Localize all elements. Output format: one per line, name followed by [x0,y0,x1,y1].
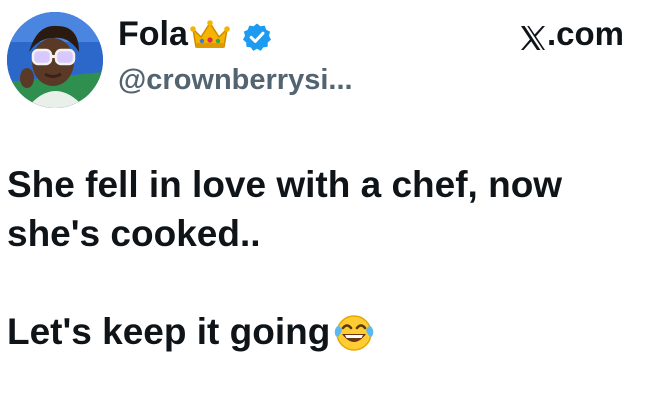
tweet-text: She fell in love with a chef, now she's … [7,160,637,356]
tweet-line-1: She fell in love with a chef, now [7,164,563,205]
display-name-row[interactable]: Fola [118,12,272,56]
avatar-photo [7,12,103,108]
tweet-line-3-row: Let's keep it going [7,307,637,356]
tweet-line-2: she's cooked.. [7,213,261,254]
verified-badge-icon[interactable] [242,19,272,51]
tweet-line-3: Let's keep it going [7,311,331,352]
avatar[interactable] [7,12,103,108]
tears-of-joy-emoji [332,312,376,352]
site-domain: .com [546,15,624,52]
display-name[interactable]: Fola [118,12,188,56]
site-label: .com [520,12,624,56]
tweet-header: Fola @crownberrysi... .com [0,0,646,120]
x-logo-icon [520,21,546,50]
crown-emoji [190,18,230,50]
user-handle[interactable]: @crownberrysi... [118,60,353,100]
